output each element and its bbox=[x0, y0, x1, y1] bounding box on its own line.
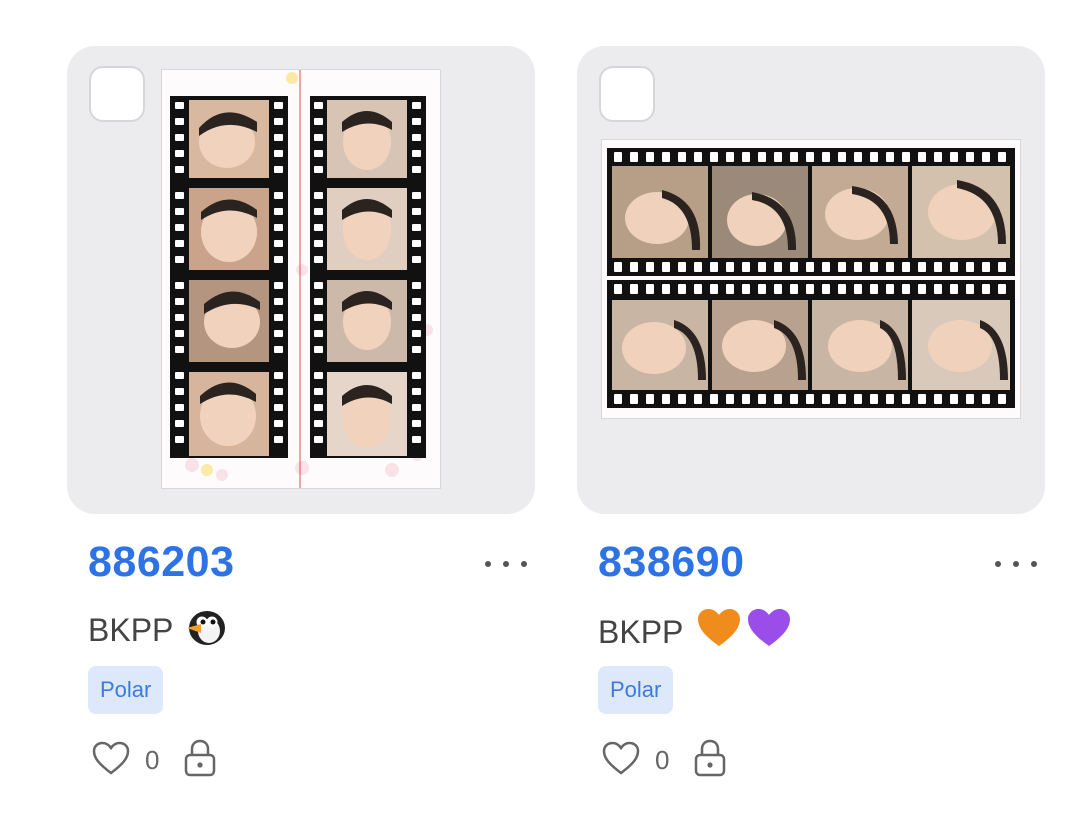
thumbnail[interactable] bbox=[577, 46, 1045, 514]
stats-row: 0 bbox=[601, 738, 727, 783]
item-id[interactable]: 886203 bbox=[88, 538, 235, 587]
lock-icon[interactable] bbox=[693, 738, 727, 783]
more-options-icon[interactable] bbox=[485, 554, 527, 574]
item-title-row: BKPP bbox=[598, 606, 793, 658]
heart-icon[interactable] bbox=[601, 740, 641, 781]
like-count: 0 bbox=[655, 745, 670, 775]
film-strip-image bbox=[602, 140, 1020, 418]
lock-icon[interactable] bbox=[183, 738, 217, 783]
purple-heart-icon bbox=[745, 606, 793, 658]
thumbnail[interactable] bbox=[67, 46, 535, 514]
item-title-row: BKPP bbox=[88, 606, 229, 654]
select-checkbox[interactable] bbox=[89, 66, 145, 122]
select-checkbox[interactable] bbox=[599, 66, 655, 122]
like-count: 0 bbox=[145, 745, 160, 775]
film-strip-image bbox=[162, 70, 440, 488]
orange-heart-icon bbox=[695, 606, 743, 658]
film-strip-photo-portrait bbox=[162, 70, 440, 488]
photocard-item[interactable]: 886203 BKPP Polar 0 bbox=[67, 46, 535, 777]
tag-chip[interactable]: Polar bbox=[598, 666, 674, 714]
item-id[interactable]: 838690 bbox=[598, 538, 745, 587]
film-strip-photo-landscape bbox=[602, 140, 1020, 418]
stats-row: 0 bbox=[91, 738, 217, 783]
item-title: BKPP bbox=[598, 613, 684, 650]
tag-chip[interactable]: Polar bbox=[88, 666, 164, 714]
item-title: BKPP bbox=[88, 611, 174, 648]
photocard-item[interactable]: 838690 BKPP Polar 0 bbox=[577, 46, 1045, 777]
more-options-icon[interactable] bbox=[995, 554, 1037, 574]
penguin-icon bbox=[185, 606, 229, 654]
heart-icon[interactable] bbox=[91, 740, 131, 781]
